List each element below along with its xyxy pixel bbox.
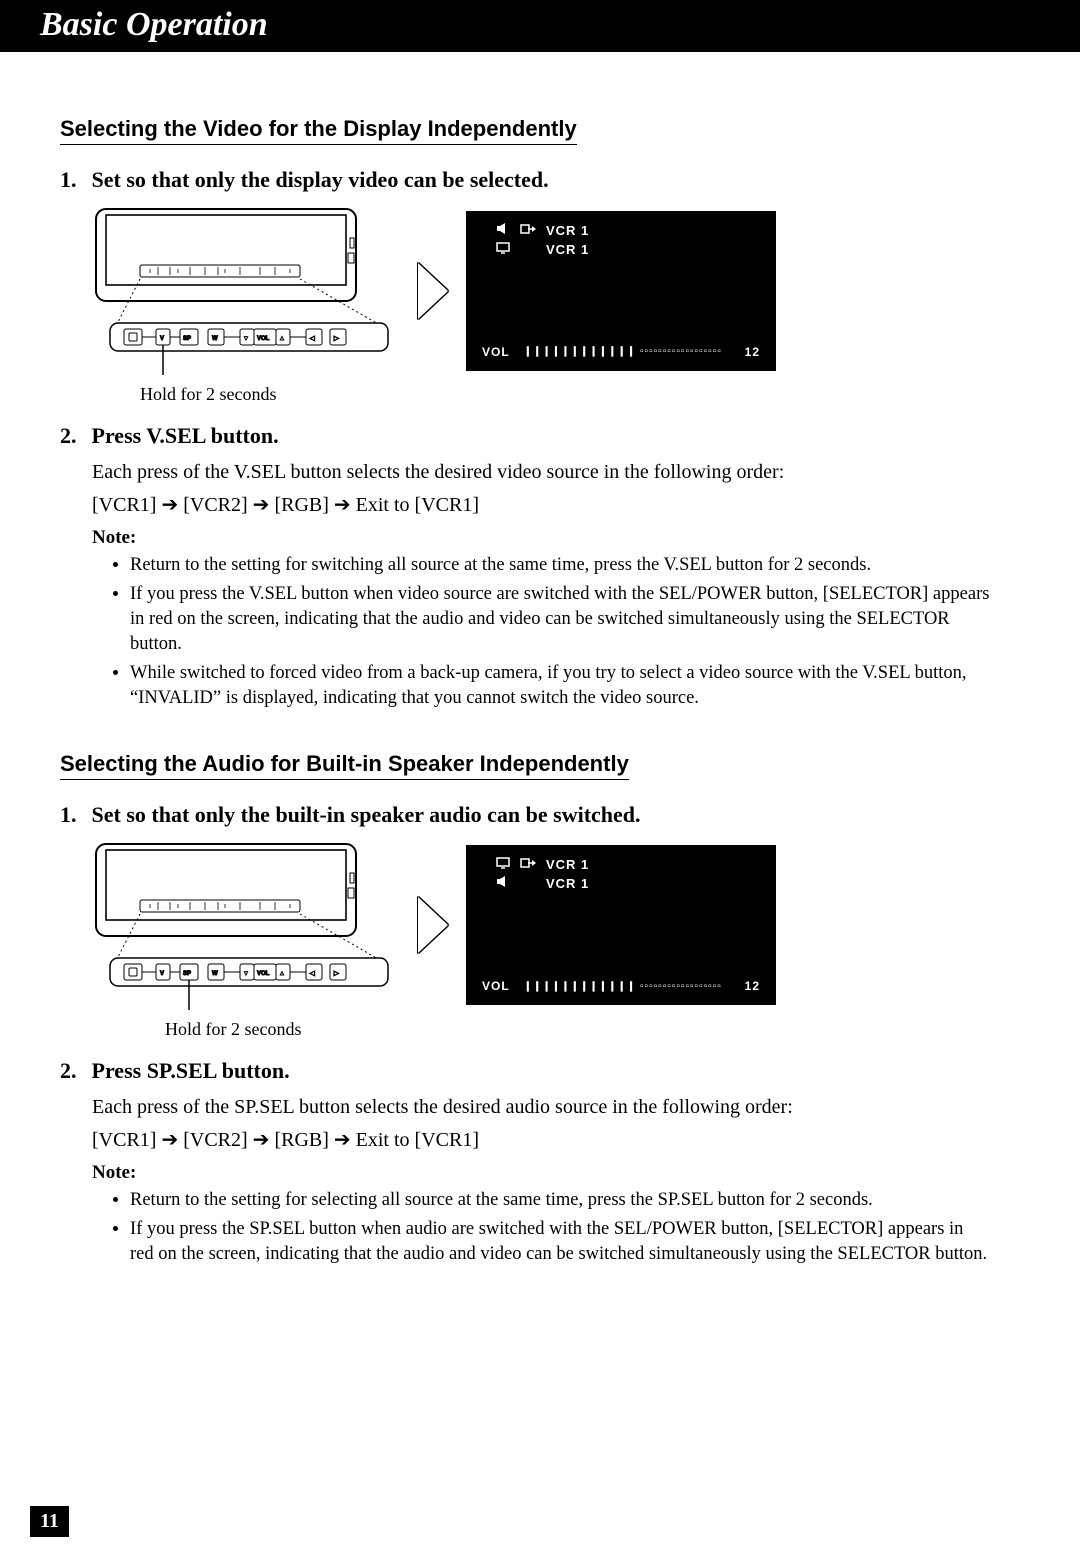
vol-label: VOL bbox=[482, 979, 510, 993]
osd-screen-1: VCR 1 VCR 1 VOL ❙❙❙❙❙❙❙❙❙❙❙❙ ▫▫▫▫▫▫▫▫▫▫▫… bbox=[466, 211, 776, 371]
section-2-step-1: 1. Set so that only the built-in speaker… bbox=[60, 802, 1020, 828]
chapter-header: Basic Operation bbox=[0, 0, 1080, 52]
svg-text:▶: ▶ bbox=[333, 970, 339, 977]
note-item: If you press the SP.SEL button when audi… bbox=[130, 1217, 990, 1267]
section-1-step-2-desc: Each press of the V.SEL button selects t… bbox=[92, 459, 1020, 486]
step-number: 1. bbox=[60, 802, 86, 828]
svg-text:V: V bbox=[160, 336, 164, 342]
svg-text:▶: ▶ bbox=[333, 335, 339, 342]
step-number: 1. bbox=[60, 167, 86, 193]
osd-screen-2: VCR 1 VCR 1 VOL ❙❙❙❙❙❙❙❙❙❙❙❙ ▫▫▫▫▫▫▫▫▫▫▫… bbox=[466, 845, 776, 1005]
step-text: Press V.SEL button. bbox=[92, 423, 279, 448]
section-1-step-1: 1. Set so that only the display video ca… bbox=[60, 167, 1020, 193]
note-item: Return to the setting for switching all … bbox=[130, 553, 990, 578]
output-arrow-icon bbox=[520, 857, 536, 872]
svg-text:VOL: VOL bbox=[257, 971, 270, 977]
section-1-figure: V SP W ▼ VOL ▲ ◀ ▶ bbox=[90, 203, 1020, 378]
section-1-note-label: Note: bbox=[92, 527, 1020, 549]
svg-text:SP: SP bbox=[183, 336, 191, 342]
osd-line-2-label: VCR 1 bbox=[546, 876, 589, 891]
step-number: 2. bbox=[60, 423, 86, 449]
osd-line-2-label: VCR 1 bbox=[546, 242, 589, 257]
monitor-icon bbox=[496, 242, 510, 257]
arrow-icon bbox=[418, 263, 448, 319]
svg-text:V: V bbox=[160, 971, 164, 977]
step-text: Press SP.SEL button. bbox=[92, 1058, 290, 1083]
arrow-icon bbox=[418, 897, 448, 953]
section-2-sequence: [VCR1] ➔ [VCR2] ➔ [RGB] ➔ Exit to [VCR1] bbox=[92, 1127, 1020, 1154]
output-arrow-icon bbox=[520, 223, 536, 238]
svg-text:▼: ▼ bbox=[243, 336, 249, 342]
step-text: Set so that only the display video can b… bbox=[92, 167, 549, 192]
svg-text:◀: ◀ bbox=[309, 335, 315, 342]
step-text: Set so that only the built-in speaker au… bbox=[92, 802, 641, 827]
monitor-icon bbox=[496, 857, 510, 872]
vol-value: 12 bbox=[745, 979, 760, 993]
section-2-notes: Return to the setting for selecting all … bbox=[110, 1188, 1020, 1267]
note-item: While switched to forced video from a ba… bbox=[130, 661, 990, 711]
osd-line-1-label: VCR 1 bbox=[546, 223, 589, 238]
svg-text:▲: ▲ bbox=[279, 336, 285, 342]
speaker-icon bbox=[496, 223, 510, 238]
section-1-sequence: [VCR1] ➔ [VCR2] ➔ [RGB] ➔ Exit to [VCR1] bbox=[92, 492, 1020, 519]
device-panel-illustration: V SP W ▼ VOL ▲ ◀ ▶ bbox=[90, 203, 400, 378]
section-1-notes: Return to the setting for switching all … bbox=[110, 553, 1020, 711]
section-2-figure: V SP W ▼ VOL ▲ ◀ ▶ bbox=[90, 838, 1020, 1013]
svg-text:▼: ▼ bbox=[243, 971, 249, 977]
page-number: 11 bbox=[30, 1506, 69, 1537]
svg-text:W: W bbox=[212, 971, 218, 977]
vol-label: VOL bbox=[482, 345, 510, 359]
section-1-step-2: 2. Press V.SEL button. bbox=[60, 423, 1020, 449]
chapter-title: Basic Operation bbox=[40, 6, 268, 43]
speaker-icon bbox=[496, 876, 510, 891]
vol-value: 12 bbox=[745, 345, 760, 359]
svg-text:◀: ◀ bbox=[309, 970, 315, 977]
svg-text:SP: SP bbox=[183, 971, 191, 977]
step-number: 2. bbox=[60, 1058, 86, 1084]
section-2-step-2: 2. Press SP.SEL button. bbox=[60, 1058, 1020, 1084]
note-item: If you press the V.SEL button when video… bbox=[130, 582, 990, 657]
section-2-heading: Selecting the Audio for Built-in Speaker… bbox=[60, 751, 629, 780]
section-2-step-2-desc: Each press of the SP.SEL button selects … bbox=[92, 1094, 1020, 1121]
section-2-note-label: Note: bbox=[92, 1162, 1020, 1184]
device-panel-illustration: V SP W ▼ VOL ▲ ◀ ▶ bbox=[90, 838, 400, 1013]
section-2-caption: Hold for 2 seconds bbox=[165, 1019, 1020, 1040]
vol-bar: ❙❙❙❙❙❙❙❙❙❙❙❙ ▫▫▫▫▫▫▫▫▫▫▫▫▫▫▫▫▫▫ bbox=[524, 981, 731, 992]
svg-text:▲: ▲ bbox=[279, 971, 285, 977]
vol-bar: ❙❙❙❙❙❙❙❙❙❙❙❙ ▫▫▫▫▫▫▫▫▫▫▫▫▫▫▫▫▫▫ bbox=[524, 346, 731, 357]
note-item: Return to the setting for selecting all … bbox=[130, 1188, 990, 1213]
osd-line-1-label: VCR 1 bbox=[546, 857, 589, 872]
svg-text:VOL: VOL bbox=[257, 336, 270, 342]
section-1-caption: Hold for 2 seconds bbox=[140, 384, 1020, 405]
svg-text:W: W bbox=[212, 336, 218, 342]
section-1-heading: Selecting the Video for the Display Inde… bbox=[60, 116, 577, 145]
